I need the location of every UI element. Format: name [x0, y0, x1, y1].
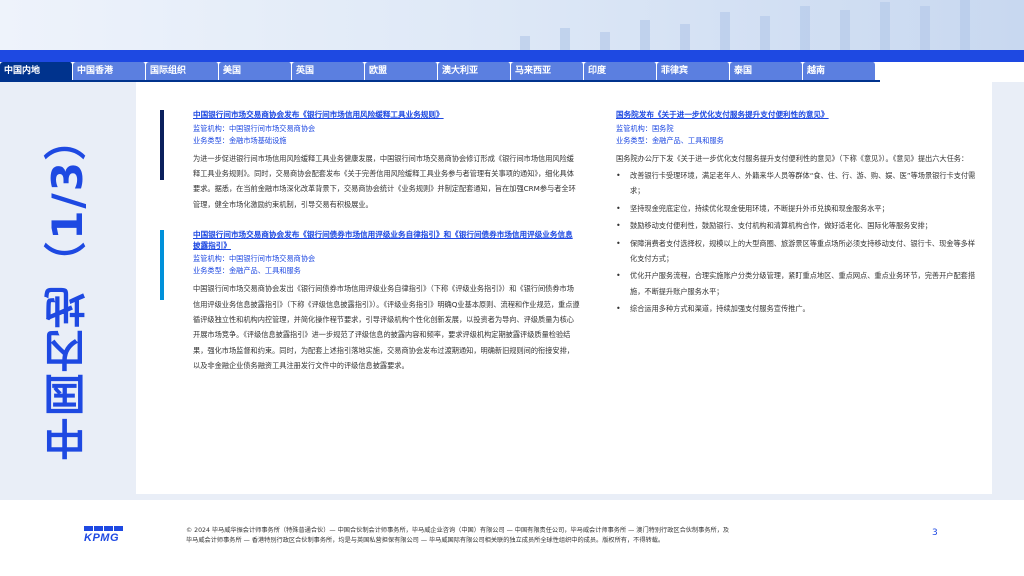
task-list: • 改善银行卡受理环境，满足老年人、外籍来华人员等群体“食、住、行、游、购、娱、医… — [616, 168, 980, 317]
tab-3[interactable]: 美国 — [219, 62, 292, 80]
list-item: • 优化开户服务流程，合理实施账户分类分级管理，紧盯重点地区、重点网点、重点业务环… — [616, 268, 980, 299]
tab-9[interactable]: 菲律宾 — [657, 62, 730, 80]
bullet-icon: • — [616, 221, 621, 231]
task-text: 保障消费者支付选择权，规模以上的大型商圈、旅游景区等重点场所必须支持移动支付、银… — [630, 238, 976, 263]
list-item: • 改善银行卡受理环境，满足老年人、外籍来华人员等群体“食、住、行、游、购、娱、医… — [616, 168, 980, 199]
tab-2[interactable]: 国际组织 — [146, 62, 219, 80]
news-article: 中国银行间市场交易商协会发布《银行间市场信用风险缓释工具业务规则》 监管机构：中… — [160, 110, 580, 212]
article-business-type: 业务类型：金融产品、工具和服务 — [193, 266, 301, 276]
tab-11[interactable]: 越南 — [803, 62, 876, 80]
bullet-icon: • — [616, 203, 621, 213]
bullet-icon: • — [616, 238, 621, 248]
task-text: 综合运用多种方式和渠道，持续加强支付服务宣传推广。 — [630, 304, 810, 314]
article-regulator: 监管机构：中国银行间市场交易商协会 — [193, 123, 316, 133]
kpmg-logo: KPMG — [84, 526, 126, 546]
tab-4[interactable]: 英国 — [292, 62, 365, 80]
list-item: • 鼓励移动支付便利性，鼓励银行、支付机构和清算机构合作，做好适老化、国际化等服务… — [616, 218, 980, 233]
news-article: 国务院发布《关于进一步优化支付服务提升支付便利性的意见》 监管机构：国务院 业务… — [600, 110, 980, 317]
tab-10[interactable]: 泰国 — [730, 62, 803, 80]
article-accent-bar — [160, 110, 164, 180]
header-band — [0, 50, 1024, 62]
bullet-icon: • — [616, 170, 621, 180]
tab-6[interactable]: 澳大利亚 — [438, 62, 511, 80]
task-text: 鼓励移动支付便利性，鼓励银行、支付机构和清算机构合作，做好适老化、国际化等服务安… — [630, 221, 932, 231]
list-item: • 坚持现金兜底定位，持续优化现金使用环境，不断提升外币兑换和现金服务水平； — [616, 201, 980, 216]
copyright-notice: © 2024 毕马威华振会计师事务所（特殊普通合伙）— 中国合伙制会计师事务所，… — [186, 527, 730, 544]
tab-8[interactable]: 印度 — [584, 62, 657, 80]
bullet-icon: • — [616, 304, 621, 314]
list-item: • 综合运用多种方式和渠道，持续加强支付服务宣传推广。 — [616, 301, 980, 316]
article-regulator: 监管机构：中国银行间市场交易商协会 — [193, 254, 316, 264]
bullet-icon: • — [616, 271, 621, 281]
article-title-link[interactable]: 国务院发布《关于进一步优化支付服务提升支付便利性的意见》 — [616, 110, 980, 121]
news-article: 中国银行间市场交易商协会发布《银行间债券市场信用评级业务自律指引》和《银行间债券… — [160, 230, 580, 373]
tab-0[interactable]: 中国内地 — [0, 62, 73, 80]
article-business-type: 业务类型：金融市场基础设施 — [193, 135, 287, 145]
right-column: 国务院发布《关于进一步优化支付服务提升支付便利性的意见》 监管机构：国务院 业务… — [600, 110, 980, 331]
section-title-panel: 中国内地（1/3） — [0, 82, 135, 494]
article-body: 中国银行间市场交易商协会发出《银行间债券市场信用评级业务自律指引》（下称《评级业… — [193, 284, 580, 371]
article-accent-bar — [160, 230, 164, 301]
tab-5[interactable]: 欧盟 — [365, 62, 438, 80]
article-business-type: 业务类型：金融产品、工具和服务 — [616, 135, 724, 145]
left-column: 中国银行间市场交易商协会发布《银行间市场信用风险缓释工具业务规则》 监管机构：中… — [160, 110, 580, 388]
article-title-link[interactable]: 中国银行间市场交易商协会发布《银行间债券市场信用评级业务自律指引》和《银行间债券… — [193, 230, 580, 251]
page-title: 中国内地（1/3） — [43, 116, 92, 460]
page-number: 3 — [932, 528, 938, 538]
article-body: 为进一步促进银行间市场信用风险缓释工具业务健康发展，中国银行间市场交易商协会修订… — [193, 153, 576, 209]
list-item: • 保障消费者支付选择权，规模以上的大型商圈、旅游景区等重点场所必须支持移动支付、… — [616, 236, 980, 267]
region-tabs: 中国内地 中国香港 国际组织 美国 英国 欧盟 澳大利亚 马来西亚 印度 菲律宾 泰国 越南 — [0, 62, 880, 80]
tab-7[interactable]: 马来西亚 — [511, 62, 584, 80]
article-regulator: 监管机构：国务院 — [616, 123, 674, 133]
task-text: 坚持现金兜底定位，持续优化现金使用环境，不断提升外币兑换和现金服务水平； — [630, 203, 889, 213]
task-text: 改善银行卡受理环境，满足老年人、外籍来华人员等群体“食、住、行、游、购、娱、医”… — [630, 170, 976, 196]
article-intro: 国务院办公厅下发《关于进一步优化支付服务提升支付便利性的意见》（下称《意见》）。… — [616, 153, 969, 163]
task-text: 优化开户服务流程，合理实施账户分类分级管理，紧盯重点地区、重点网点、重点业务环节… — [630, 271, 976, 296]
header-decoration — [0, 0, 1024, 50]
tab-1[interactable]: 中国香港 — [73, 62, 146, 80]
article-title-link[interactable]: 中国银行间市场交易商协会发布《银行间市场信用风险缓释工具业务规则》 — [193, 110, 580, 121]
